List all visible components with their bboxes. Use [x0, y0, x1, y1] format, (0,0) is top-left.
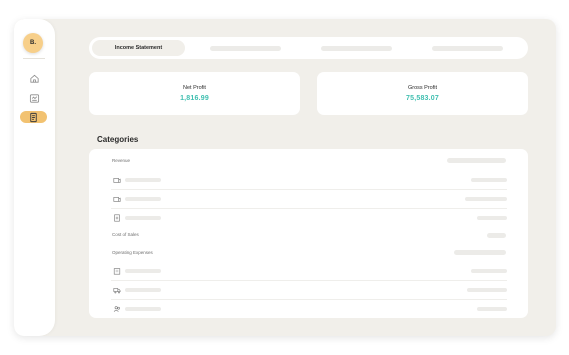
row-value-placeholder [467, 288, 507, 292]
row-label-placeholder [125, 288, 161, 292]
net-profit-label: Net Profit [183, 85, 206, 91]
people-icon [112, 304, 121, 313]
shop-icon [112, 194, 121, 203]
building-icon [112, 266, 121, 275]
app-window: B. Income Statement Net Profit 1,816.99 … [14, 19, 556, 336]
avatar[interactable]: B. [23, 33, 43, 53]
gross-profit-card: Gross Profit 75,583.07 [317, 72, 528, 115]
expense-row[interactable] [111, 262, 507, 281]
net-profit-value: 1,816.99 [180, 95, 209, 102]
row-label-placeholder [125, 178, 161, 182]
shop-icon [112, 175, 121, 184]
row-value-placeholder [477, 307, 507, 311]
delivery-icon [112, 285, 121, 294]
revenue-row[interactable] [111, 209, 507, 228]
revenue-row[interactable] [111, 190, 507, 209]
row-value-placeholder [465, 197, 507, 201]
gross-profit-label: Gross Profit [407, 85, 438, 91]
sidebar-divider [23, 58, 45, 59]
tab-placeholder-3[interactable] [321, 46, 392, 51]
row-value-placeholder [471, 269, 507, 273]
operating-expenses-total-placeholder [454, 250, 506, 255]
document-icon [112, 213, 121, 222]
categories-title: Categories [97, 135, 139, 144]
sidebar: B. [14, 19, 55, 336]
net-profit-card: Net Profit 1,816.99 [89, 72, 300, 115]
row-label-placeholder [125, 197, 161, 201]
categories-panel: Revenue Cost of Sales Operating Expenses [89, 149, 528, 318]
row-label-placeholder [125, 216, 161, 220]
row-label-placeholder [125, 269, 161, 273]
tab-bar: Income Statement [89, 37, 528, 59]
revenue-label: Revenue [112, 158, 131, 163]
expense-row[interactable] [111, 281, 507, 300]
row-value-placeholder [471, 178, 507, 182]
home-icon[interactable] [27, 71, 41, 85]
tab-placeholder-2[interactable] [210, 46, 281, 51]
tab-placeholder-4[interactable] [432, 46, 503, 51]
cost-of-sales-total-placeholder [487, 233, 506, 238]
expense-row[interactable] [111, 300, 507, 319]
report-icon[interactable] [27, 91, 41, 105]
tab-income-statement[interactable]: Income Statement [92, 40, 185, 56]
operating-expenses-label: Operating Expenses [112, 250, 153, 255]
gross-profit-value: 75,583.07 [406, 95, 439, 102]
row-value-placeholder [477, 216, 507, 220]
cost-of-sales-label: Cost of Sales [112, 232, 139, 237]
revenue-total-placeholder [447, 158, 506, 163]
revenue-row[interactable] [111, 171, 507, 190]
row-label-placeholder [125, 307, 161, 311]
statement-icon[interactable] [20, 111, 47, 123]
